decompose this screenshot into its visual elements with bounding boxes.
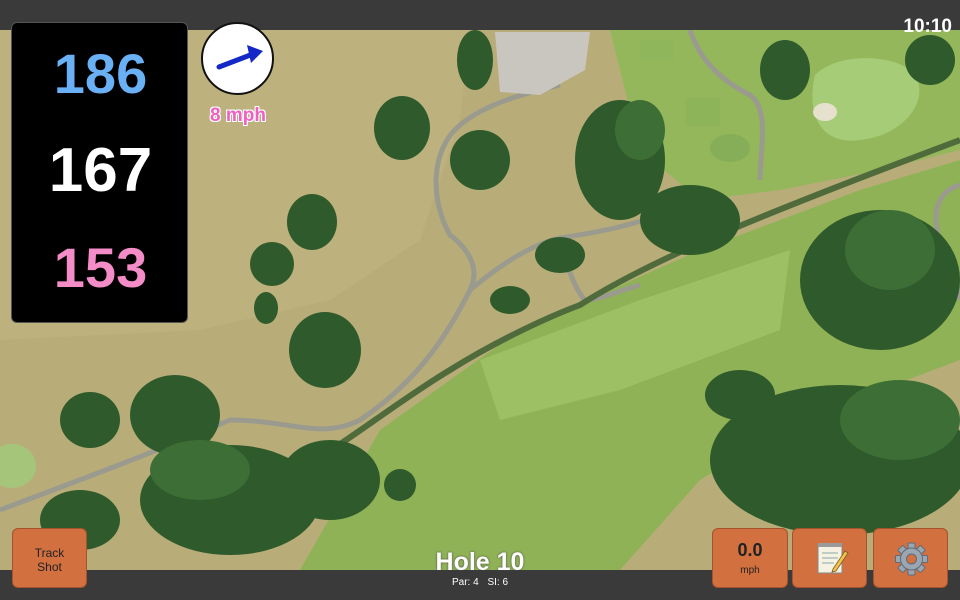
back-yardage: 186 [53,42,148,105]
speed-value: 0.0 [737,540,763,560]
track-shot-label-line2: Shot [37,560,62,574]
par-label: Par: 4 [451,577,479,588]
track-shot-label-line1: Track [34,546,65,560]
track-shot-button[interactable]: Track Shot [12,528,87,588]
notepad-icon [817,543,849,574]
yardage-panel: 186 167 153 [11,22,188,323]
wind-indicator [201,22,274,95]
speed-unit: mph [740,565,760,576]
notes-button[interactable] [792,528,867,588]
clock: 10:10 [903,16,952,37]
hole-title: Hole 10 [435,548,525,576]
speed-button[interactable]: 0.0 mph [712,528,788,588]
settings-button[interactable] [873,528,948,588]
stroke-index-label: SI: 6 [487,577,509,588]
front-yardage: 153 [53,236,148,299]
center-yardage: 167 [48,136,153,205]
hole-info: Par: 4 SI: 6 [380,577,580,588]
wind-speed: 8 mph [210,105,266,126]
wind-arrow-icon [216,45,263,70]
gear-icon [895,542,928,576]
